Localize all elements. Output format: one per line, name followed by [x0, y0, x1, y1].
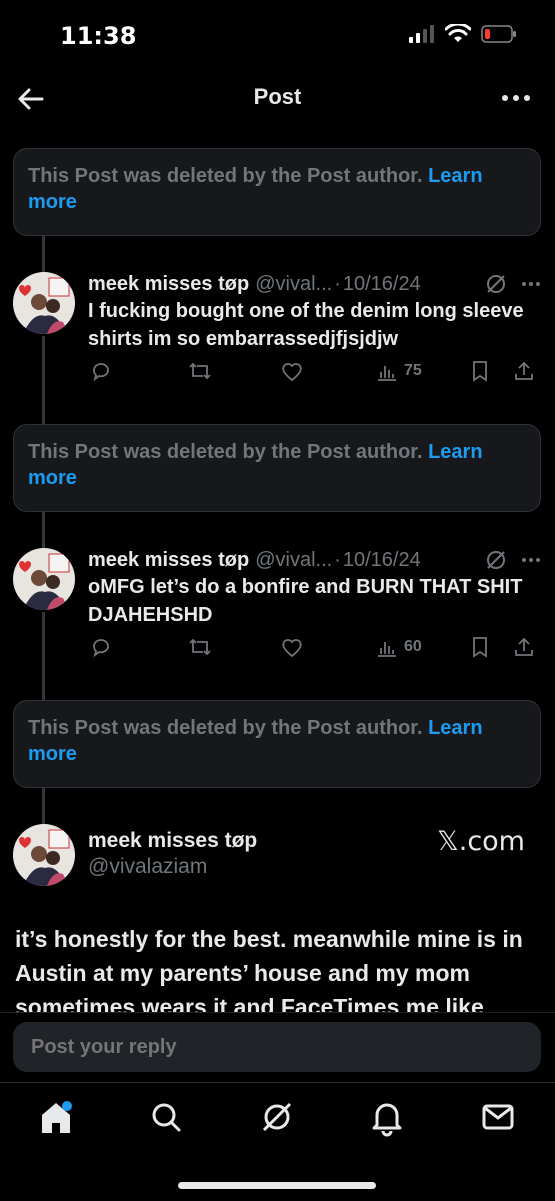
status-icons [409, 24, 517, 44]
avatar[interactable] [13, 548, 75, 610]
avatar[interactable] [13, 824, 75, 886]
more-icon[interactable] [521, 557, 541, 563]
like-icon [282, 363, 302, 382]
post-text: oMFG let’s do a bonfire and BURN THAT SH… [88, 576, 523, 626]
separator-dot: · [334, 273, 341, 295]
grok-icon[interactable] [257, 1097, 297, 1137]
page-title: Post [253, 84, 302, 109]
grok-icon[interactable] [485, 273, 507, 295]
thread-line [42, 612, 45, 700]
views-button[interactable]: 75 [376, 360, 422, 382]
x-watermark: 𝕏.com [436, 826, 525, 857]
messages-icon[interactable] [478, 1097, 518, 1137]
repost-button[interactable] [188, 636, 212, 658]
post-header: meek misses tøp @vival... · 10/16/24 [88, 272, 541, 296]
like-button[interactable] [280, 360, 304, 382]
deleted-post-notice: This Post was deleted by the Post author… [13, 700, 541, 788]
deleted-notice-text: This Post was deleted by the Post author… [28, 717, 429, 739]
repost-icon [189, 638, 211, 656]
wifi-icon [445, 24, 471, 42]
signal-icon [409, 25, 434, 43]
grok-icon[interactable] [485, 549, 507, 571]
home-indicator [178, 1182, 376, 1189]
more-icon[interactable] [521, 281, 541, 287]
bookmark-button[interactable] [470, 360, 490, 382]
bookmark-button[interactable] [470, 636, 490, 658]
share-icon [515, 361, 533, 380]
bookmark-icon [473, 361, 487, 382]
thread-line [42, 336, 45, 424]
share-icon [515, 637, 533, 656]
reply-bar [0, 1012, 555, 1083]
share-button[interactable] [513, 636, 535, 658]
more-icon[interactable] [499, 86, 533, 110]
author-name[interactable]: meek misses tøp [88, 548, 249, 572]
status-time: 11:38 [60, 22, 137, 50]
like-icon [282, 639, 302, 658]
reply-input[interactable] [13, 1022, 541, 1072]
post-header: meek misses tøp @vival... · 10/16/24 [88, 548, 541, 572]
author-handle[interactable]: @vival... [255, 272, 332, 296]
main-post-author[interactable]: meek misses tøp @vivalaziam [88, 828, 257, 880]
post-date[interactable]: 10/16/24 [343, 548, 421, 572]
reply-icon [93, 639, 109, 658]
main-post-text: it’s honestly for the best. meanwhile mi… [15, 926, 523, 1012]
deleted-post-notice: This Post was deleted by the Post author… [13, 424, 541, 512]
thread-line [42, 512, 45, 548]
repost-icon [189, 362, 211, 380]
reply-icon [93, 363, 109, 382]
separator-dot: · [334, 549, 341, 571]
post-actions: 60 [88, 636, 541, 666]
author-handle[interactable]: @vivalaziam [88, 854, 257, 880]
reply-button[interactable] [90, 636, 112, 658]
views-count: 60 [404, 638, 422, 655]
views-icon [378, 642, 396, 657]
search-icon[interactable] [146, 1097, 186, 1137]
author-name[interactable]: meek misses tøp [88, 272, 249, 296]
views-icon [378, 366, 396, 381]
share-button[interactable] [513, 360, 535, 382]
thread-line [42, 788, 45, 824]
home-icon[interactable] [36, 1097, 76, 1137]
repost-button[interactable] [188, 360, 212, 382]
post-actions: 75 [88, 360, 541, 390]
author-name[interactable]: meek misses tøp [88, 828, 257, 854]
post-text: I fucking bought one of the denim long s… [88, 300, 524, 350]
thread-line [42, 236, 45, 272]
top-nav: Post [0, 70, 555, 128]
status-bar: 11:38 [0, 0, 555, 70]
deleted-post-notice: This Post was deleted by the Post author… [13, 148, 541, 236]
battery-icon [481, 25, 516, 43]
avatar[interactable] [13, 272, 75, 334]
reply-button[interactable] [90, 360, 112, 382]
bookmark-icon [473, 637, 487, 658]
deleted-notice-text: This Post was deleted by the Post author… [28, 441, 429, 463]
notifications-icon[interactable] [367, 1097, 407, 1137]
post-date[interactable]: 10/16/24 [343, 272, 421, 296]
views-count: 75 [404, 362, 422, 379]
like-button[interactable] [280, 636, 304, 658]
author-handle[interactable]: @vival... [255, 548, 332, 572]
views-button[interactable]: 60 [376, 636, 422, 658]
deleted-notice-text: This Post was deleted by the Post author… [28, 165, 429, 187]
